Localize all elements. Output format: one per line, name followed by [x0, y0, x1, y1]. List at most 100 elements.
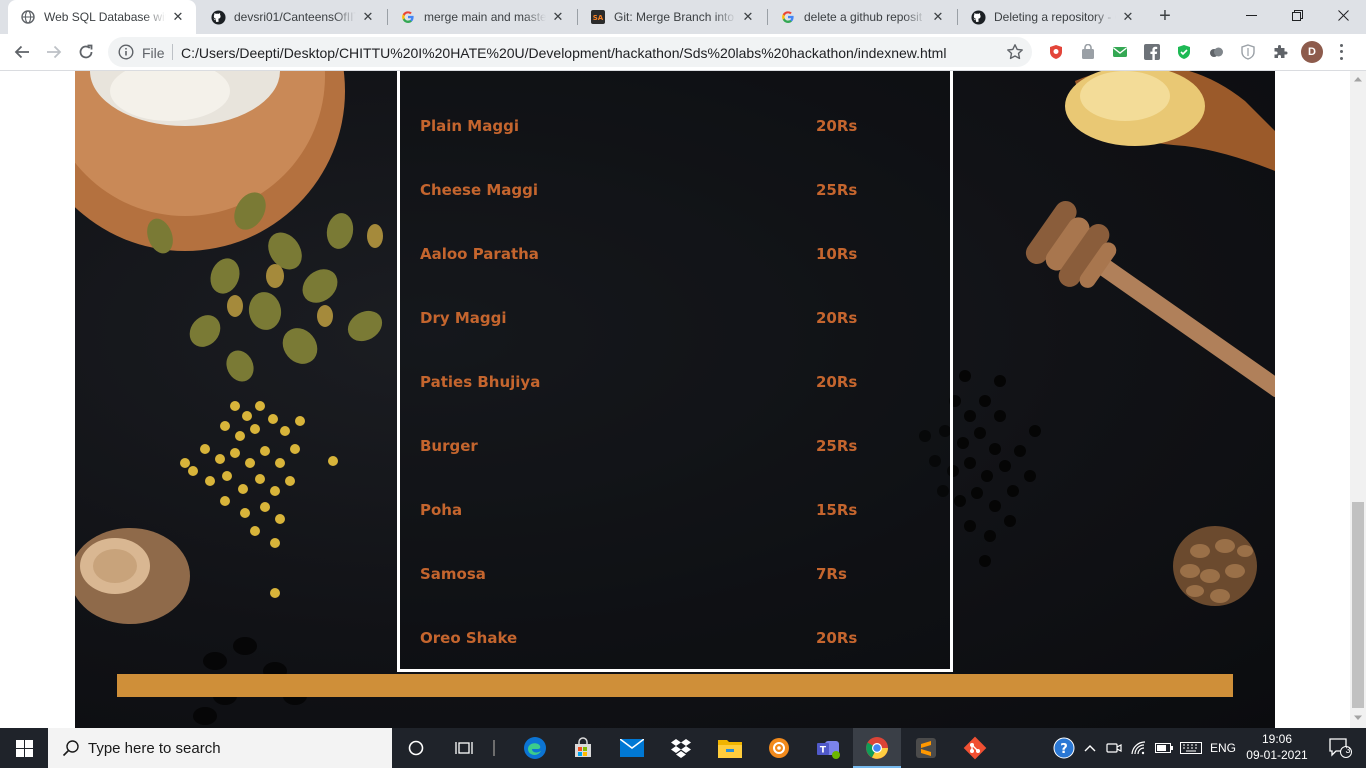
- back-button[interactable]: [8, 38, 36, 66]
- bag-ext-icon[interactable]: [1079, 43, 1097, 61]
- menu-item: Paties Bhujiya 20Rs: [420, 373, 920, 397]
- address-bar[interactable]: File C:/Users/Deepti/Desktop/CHITTU%20I%…: [108, 37, 1032, 67]
- close-icon[interactable]: ✕: [1120, 9, 1136, 25]
- close-icon[interactable]: ✕: [170, 9, 186, 25]
- profile-avatar[interactable]: D: [1301, 41, 1323, 63]
- taskbar-search-box[interactable]: Type here to search: [48, 728, 392, 768]
- food-background-image: Plain Maggi 20Rs Cheese Maggi 25Rs Aaloo…: [75, 71, 1275, 728]
- tab-github-canteens[interactable]: devsri01/CanteensOfIIT ✕: [198, 0, 386, 34]
- google-icon: [780, 9, 796, 25]
- tab-title: devsri01/CanteensOfIIT: [234, 10, 356, 24]
- browser-menu-button[interactable]: [1336, 42, 1346, 62]
- git-icon[interactable]: [951, 728, 999, 768]
- mail-icon[interactable]: [608, 728, 656, 768]
- chevron-up-icon[interactable]: [1080, 728, 1100, 768]
- restore-button[interactable]: [1274, 0, 1320, 30]
- svg-text:?: ?: [1060, 742, 1068, 757]
- menu-item-price: 20Rs: [816, 117, 858, 135]
- globe-icon: [20, 9, 36, 25]
- notification-count: 3: [1345, 745, 1351, 755]
- tab-title: merge main and master: [424, 10, 546, 24]
- footer-bar: [117, 674, 1233, 697]
- puzzle-ext-icon[interactable]: [1271, 43, 1289, 61]
- page-viewport: Plain Maggi 20Rs Cheese Maggi 25Rs Aaloo…: [0, 71, 1350, 728]
- wifi-icon[interactable]: [1128, 728, 1150, 768]
- mail-ext-icon[interactable]: [1111, 43, 1129, 61]
- app-orange-icon[interactable]: [755, 728, 803, 768]
- keyboard-icon[interactable]: [1178, 728, 1204, 768]
- chrome-icon[interactable]: [853, 728, 901, 768]
- menu-item: Samosa 7Rs: [420, 565, 920, 589]
- search-icon: [62, 740, 79, 757]
- file-explorer-icon[interactable]: [706, 728, 754, 768]
- info-icon[interactable]: [118, 44, 134, 60]
- tab-delete-github-repo[interactable]: delete a github reposit ✕: [768, 0, 956, 34]
- close-icon[interactable]: ✕: [740, 9, 756, 25]
- minimize-button[interactable]: [1228, 0, 1274, 30]
- menu-item-price: 20Rs: [816, 629, 858, 647]
- close-icon: [1337, 9, 1349, 21]
- sublime-icon[interactable]: [902, 728, 950, 768]
- menu-item: Dry Maggi 20Rs: [420, 309, 920, 333]
- menu-item-name: Dry Maggi: [420, 309, 507, 327]
- window-close-button[interactable]: [1320, 0, 1366, 30]
- menu-item-price: 20Rs: [816, 373, 858, 391]
- menu-item: Aaloo Paratha 10Rs: [420, 245, 920, 269]
- reload-icon: [79, 44, 93, 59]
- cloud-ext-icon[interactable]: [1207, 43, 1225, 61]
- help-tray-icon[interactable]: ?: [1050, 728, 1078, 768]
- scroll-down-arrow-icon[interactable]: [1353, 714, 1363, 722]
- bookmark-star-icon[interactable]: [1006, 43, 1024, 61]
- url-text[interactable]: C:/Users/Deepti/Desktop/CHITTU%20I%20HAT…: [181, 45, 946, 61]
- reload-button[interactable]: [72, 38, 100, 66]
- address-divider: [172, 44, 173, 60]
- scrollbar-thumb[interactable]: [1352, 502, 1364, 708]
- close-icon[interactable]: ✕: [930, 9, 946, 25]
- vpn-ext-icon[interactable]: [1175, 43, 1193, 61]
- dropbox-icon[interactable]: [657, 728, 705, 768]
- menu-item-name: Cheese Maggi: [420, 181, 539, 199]
- cortana-icon[interactable]: [392, 728, 440, 768]
- close-icon[interactable]: ✕: [550, 9, 566, 25]
- search-placeholder: Type here to search: [88, 740, 221, 757]
- system-clock[interactable]: 19:06 09-01-2021: [1244, 731, 1310, 763]
- menu-item-name: Burger: [420, 437, 478, 455]
- edge-icon[interactable]: [511, 728, 559, 768]
- facebook-ext-icon[interactable]: [1143, 43, 1161, 61]
- google-icon: [400, 9, 416, 25]
- teams-icon[interactable]: T: [804, 728, 852, 768]
- tab-web-sql[interactable]: Web SQL Database with ✕: [8, 0, 196, 34]
- menu-item-price: 15Rs: [816, 501, 858, 519]
- menu-item-price: 20Rs: [816, 309, 858, 327]
- start-button[interactable]: [0, 728, 48, 768]
- tab-merge-main[interactable]: merge main and master ✕: [388, 0, 576, 34]
- svg-text:SA: SA: [593, 14, 604, 22]
- shield-ext-icon[interactable]: [1047, 43, 1065, 61]
- menu-item-price: 25Rs: [816, 181, 858, 199]
- task-view-icon[interactable]: [440, 728, 488, 768]
- meet-now-icon[interactable]: [1103, 728, 1125, 768]
- menu-item-name: Samosa: [420, 565, 486, 583]
- store-icon[interactable]: [559, 728, 607, 768]
- forward-button[interactable]: [40, 38, 68, 66]
- notification-center-button[interactable]: 3: [1318, 728, 1362, 768]
- tab-title: Web SQL Database with: [44, 10, 166, 24]
- menu-item-name: Aaloo Paratha: [420, 245, 539, 263]
- menu-item-name: Plain Maggi: [420, 117, 519, 135]
- menu-item-price: 25Rs: [816, 437, 858, 455]
- language-indicator[interactable]: ENG: [1206, 728, 1240, 768]
- windows-taskbar: Type here to search T ? ENG 19:06 09-01-…: [0, 728, 1366, 768]
- new-tab-button[interactable]: +: [1154, 5, 1176, 27]
- tab-title: Git: Merge Branch into: [614, 10, 735, 24]
- scroll-up-arrow-icon[interactable]: [1353, 75, 1363, 83]
- privacy-ext-icon[interactable]: [1239, 43, 1257, 61]
- menu-item: Plain Maggi 20Rs: [420, 117, 920, 141]
- close-icon[interactable]: ✕: [360, 9, 376, 25]
- tab-deleting-repository[interactable]: Deleting a repository - G ✕: [958, 0, 1146, 34]
- arrow-left-icon: [14, 45, 29, 59]
- battery-icon[interactable]: [1152, 728, 1176, 768]
- tab-git-merge-branch[interactable]: SA Git: Merge Branch into ✕: [578, 0, 766, 34]
- browser-toolbar: File C:/Users/Deepti/Desktop/CHITTU%20I%…: [0, 34, 1366, 71]
- clock-time: 19:06: [1261, 732, 1293, 746]
- menu-item: Oreo Shake 20Rs: [420, 629, 920, 653]
